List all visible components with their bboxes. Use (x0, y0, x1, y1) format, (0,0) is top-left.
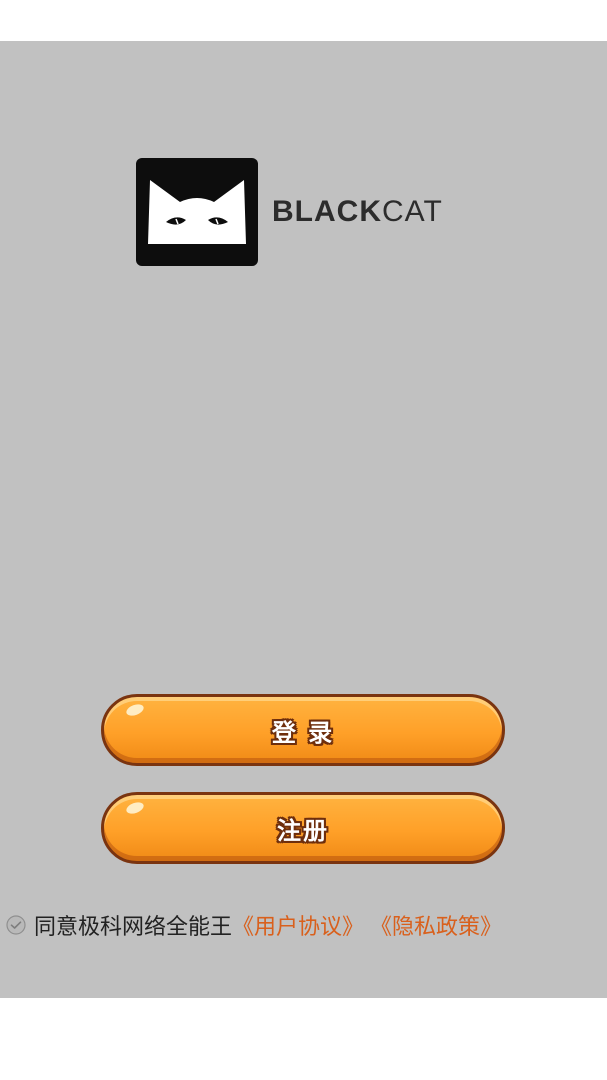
agreement-row: 同意极科网络全能王 《用户协议》 《隐私政策》 (6, 909, 607, 941)
black-cat-icon (136, 158, 258, 266)
register-button[interactable]: 注册 (101, 792, 505, 864)
check-circle-icon[interactable] (6, 915, 26, 935)
brand-logo: BLACKCAT (136, 158, 443, 266)
button-shine (124, 702, 146, 718)
privacy-policy-link[interactable]: 《隐私政策》 (370, 909, 502, 941)
brand-name: BLACKCAT (272, 195, 443, 229)
button-shine (124, 800, 146, 816)
agreement-text: 同意极科网络全能王 (34, 915, 233, 940)
user-agreement-link[interactable]: 《用户协议》 (232, 909, 364, 941)
login-screen: BLACKCAT 登 录 注册 同意极科网络全能王 《用户协议》 《隐私政策》 (0, 41, 607, 998)
login-button-label: 登 录 (271, 718, 335, 747)
login-button[interactable]: 登 录 (101, 694, 505, 766)
register-button-label: 注册 (277, 816, 329, 845)
page: BLACKCAT 登 录 注册 同意极科网络全能王 《用户协议》 《隐私政策》 (0, 0, 607, 1080)
brand-name-light: CAT (382, 195, 443, 228)
brand-name-bold: BLACK (272, 195, 382, 228)
